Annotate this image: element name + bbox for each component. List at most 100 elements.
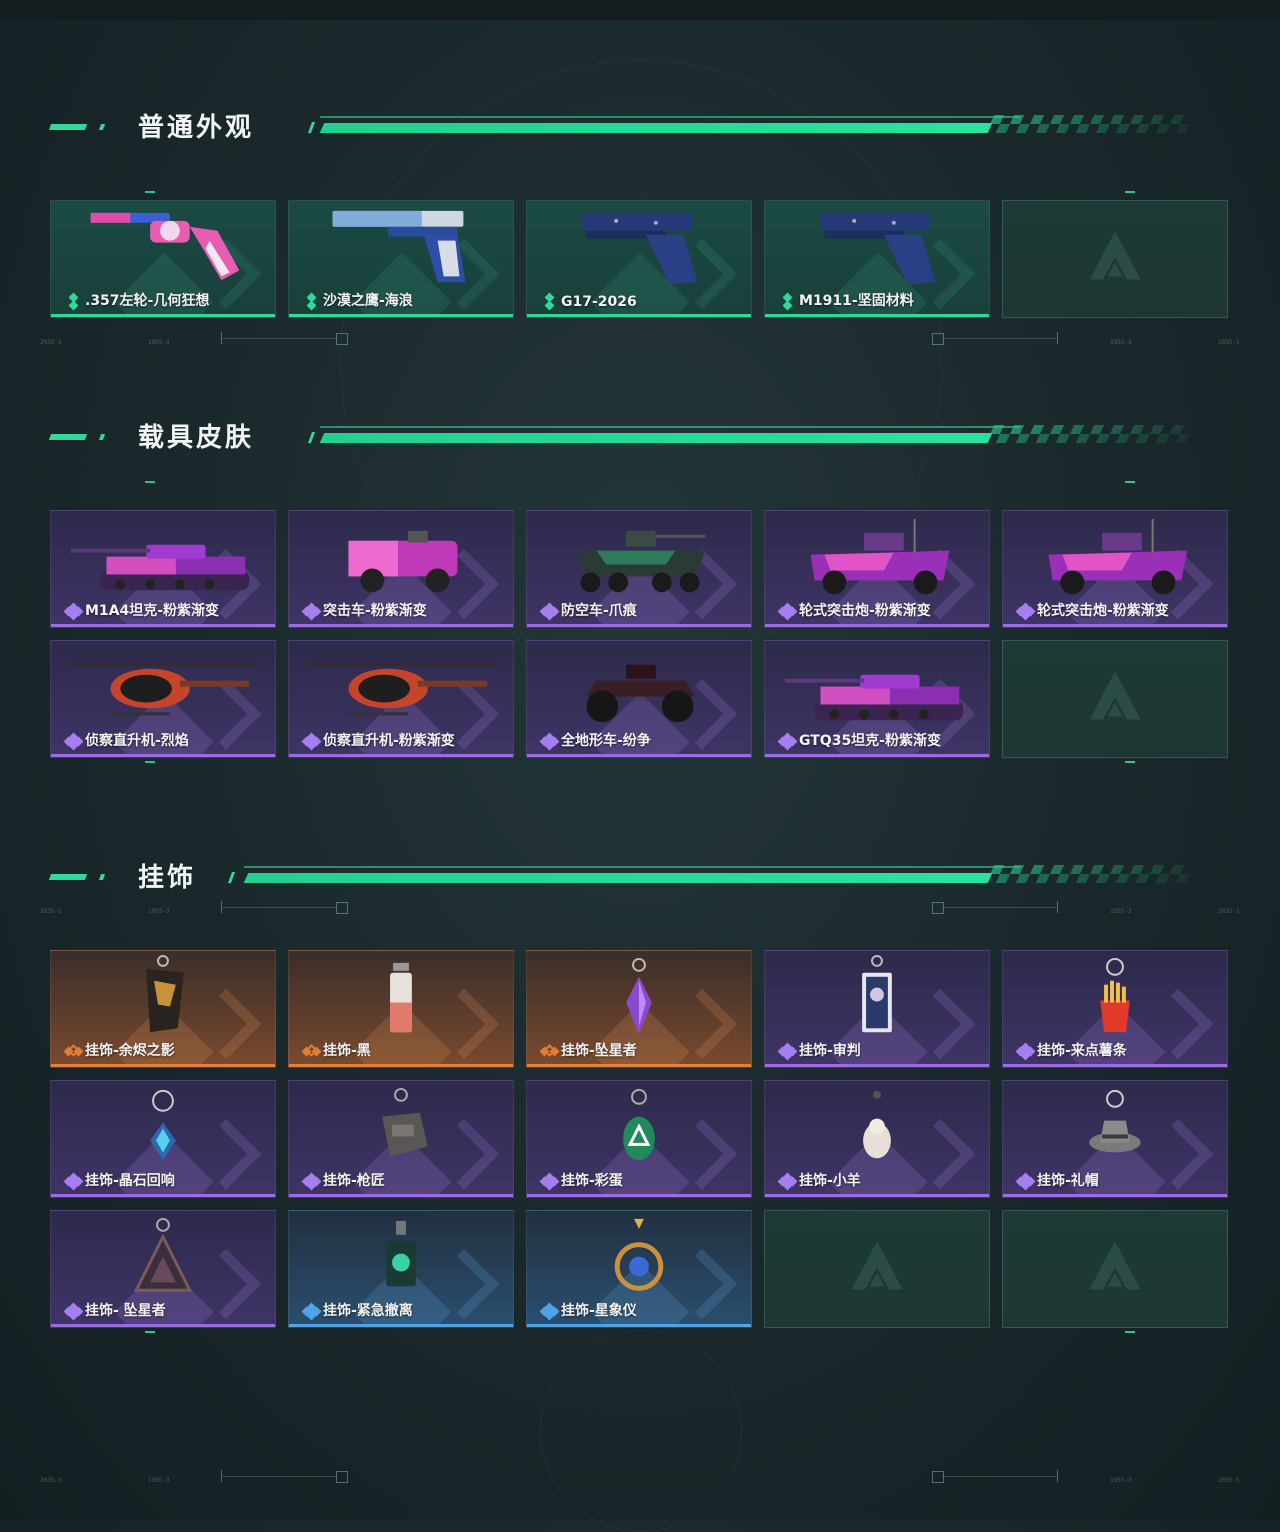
item-card[interactable]: 挂饰-礼帽 [1002, 1080, 1228, 1198]
helicopter-icon [289, 641, 513, 733]
charm-gem-icon [51, 1081, 275, 1173]
header-checker [985, 115, 1195, 133]
assault-vehicle-icon [289, 511, 513, 603]
item-label: 挂饰-星象仪 [561, 1303, 637, 1319]
item-card[interactable]: 突击车-粉紫渐变 [288, 510, 514, 628]
item-card[interactable]: 轮式突击炮-粉紫渐变 [764, 510, 990, 628]
item-label: .357左轮-几何狂想 [85, 293, 210, 309]
frame-dash [145, 191, 155, 193]
header-thin-line [320, 426, 1020, 428]
item-card[interactable]: 轮式突击炮-粉紫渐变 [1002, 510, 1228, 628]
rarity-icon [777, 1042, 798, 1061]
ruler-tick [1057, 1470, 1058, 1482]
section-header: 载具皮肤 [48, 423, 1210, 453]
header-slash [307, 122, 316, 133]
item-card[interactable]: 挂饰-晶石回响 [50, 1080, 276, 1198]
pistol-icon [765, 201, 989, 293]
header-thin-line [320, 116, 1020, 118]
ruler-code: 2035-5 [1218, 339, 1240, 346]
item-card[interactable]: 挂饰-星象仪 [526, 1210, 752, 1328]
item-card[interactable]: 沙漠之鹰-海浪 [288, 200, 514, 318]
item-card[interactable]: M1911-坚固材料 [764, 200, 990, 318]
frame-dash [145, 481, 155, 483]
header-dash [48, 124, 88, 130]
rarity-icon [301, 1172, 322, 1191]
header-checker [985, 425, 1195, 443]
ruler-line [222, 1476, 337, 1477]
item-label: 挂饰-紧急撤离 [323, 1303, 413, 1319]
rarity-icon [301, 602, 322, 621]
charm-block-icon [289, 1211, 513, 1303]
item-label: 防空车-爪痕 [561, 603, 637, 619]
header-dash [48, 874, 88, 880]
item-card[interactable]: 侦察直升机-粉紫渐变 [288, 640, 514, 758]
frame-dash [1125, 761, 1135, 763]
item-card[interactable]: 挂饰-彩蛋 [526, 1080, 752, 1198]
item-label: 挂饰-审判 [799, 1043, 861, 1059]
item-card[interactable]: 全地形车-纷争 [526, 640, 752, 758]
item-card[interactable]: 挂饰-坠星者 [526, 950, 752, 1068]
item-card[interactable]: 防空车-爪痕 [526, 510, 752, 628]
rarity-icon [1015, 1042, 1036, 1061]
rarity-icon [65, 292, 81, 311]
ruler-tick [221, 1470, 222, 1482]
ruler-code: 2035-5 [40, 1477, 62, 1484]
charm-badge-icon [289, 1081, 513, 1173]
item-card[interactable]: 挂饰-审判 [764, 950, 990, 1068]
tank-icon [51, 511, 275, 603]
tank-icon [765, 641, 989, 733]
empty-slot[interactable] [1002, 1210, 1228, 1328]
item-label: 挂饰-坠星者 [561, 1043, 637, 1059]
charm-hat-icon [1003, 1081, 1227, 1173]
logo-placeholder-icon [1085, 1237, 1145, 1301]
item-card[interactable]: .357左轮-几何狂想 [50, 200, 276, 318]
ruler-tick [221, 901, 222, 913]
pistol-icon [527, 201, 751, 293]
ruler-line [222, 338, 337, 339]
item-card[interactable]: M1A4坦克-粉紫渐变 [50, 510, 276, 628]
item-card[interactable]: 挂饰-来点薯条 [1002, 950, 1228, 1068]
rarity-icon [63, 732, 84, 751]
ruler-line [222, 907, 337, 908]
rarity-icon [301, 1302, 322, 1321]
rarity-icon [63, 1044, 84, 1058]
empty-slot[interactable] [764, 1210, 990, 1328]
header-dash [48, 434, 88, 440]
aa-vehicle-icon [527, 511, 751, 603]
logo-placeholder-icon [1085, 667, 1145, 731]
rarity-icon [777, 1172, 798, 1191]
rarity-icon [1015, 602, 1036, 621]
revolver-icon [51, 201, 275, 293]
item-card[interactable]: 挂饰- 坠星者 [50, 1210, 276, 1328]
rarity-icon [539, 732, 560, 751]
atv-icon [527, 641, 751, 733]
section-header: 普通外观 [48, 113, 1210, 143]
ruler-square [336, 1471, 348, 1483]
header-slash [227, 872, 236, 883]
empty-slot[interactable] [1002, 200, 1228, 318]
header-dash [98, 124, 106, 130]
item-card[interactable]: GTQ35坦克-粉紫渐变 [764, 640, 990, 758]
item-label: 突击车-粉紫渐变 [323, 603, 427, 619]
header-bar [319, 123, 993, 133]
item-label: 挂饰-来点薯条 [1037, 1043, 1127, 1059]
rarity-icon [539, 1302, 560, 1321]
item-card[interactable]: 挂饰-小羊 [764, 1080, 990, 1198]
item-label: 侦察直升机-粉紫渐变 [323, 733, 455, 749]
item-card[interactable]: 挂饰-黑 [288, 950, 514, 1068]
item-label: M1A4坦克-粉紫渐变 [85, 603, 220, 619]
frame-dash [1125, 1331, 1135, 1333]
item-card[interactable]: G17-2026 [526, 200, 752, 318]
ruler-code: 2035-5 [1218, 1477, 1240, 1484]
frame-dash [1125, 191, 1135, 193]
item-card[interactable]: 挂饰-紧急撤离 [288, 1210, 514, 1328]
ruler-code: 2035-5 [40, 908, 62, 915]
item-card[interactable]: 挂饰-余烬之影 [50, 950, 276, 1068]
header-dash [98, 874, 106, 880]
item-card[interactable]: 挂饰-枪匠 [288, 1080, 514, 1198]
item-card[interactable]: 侦察直升机-烈焰 [50, 640, 276, 758]
empty-slot[interactable] [1002, 640, 1228, 758]
ruler-code: 1955-3 [148, 1477, 170, 1484]
charm-sheep-icon [765, 1081, 989, 1173]
rarity-icon [1015, 1172, 1036, 1191]
